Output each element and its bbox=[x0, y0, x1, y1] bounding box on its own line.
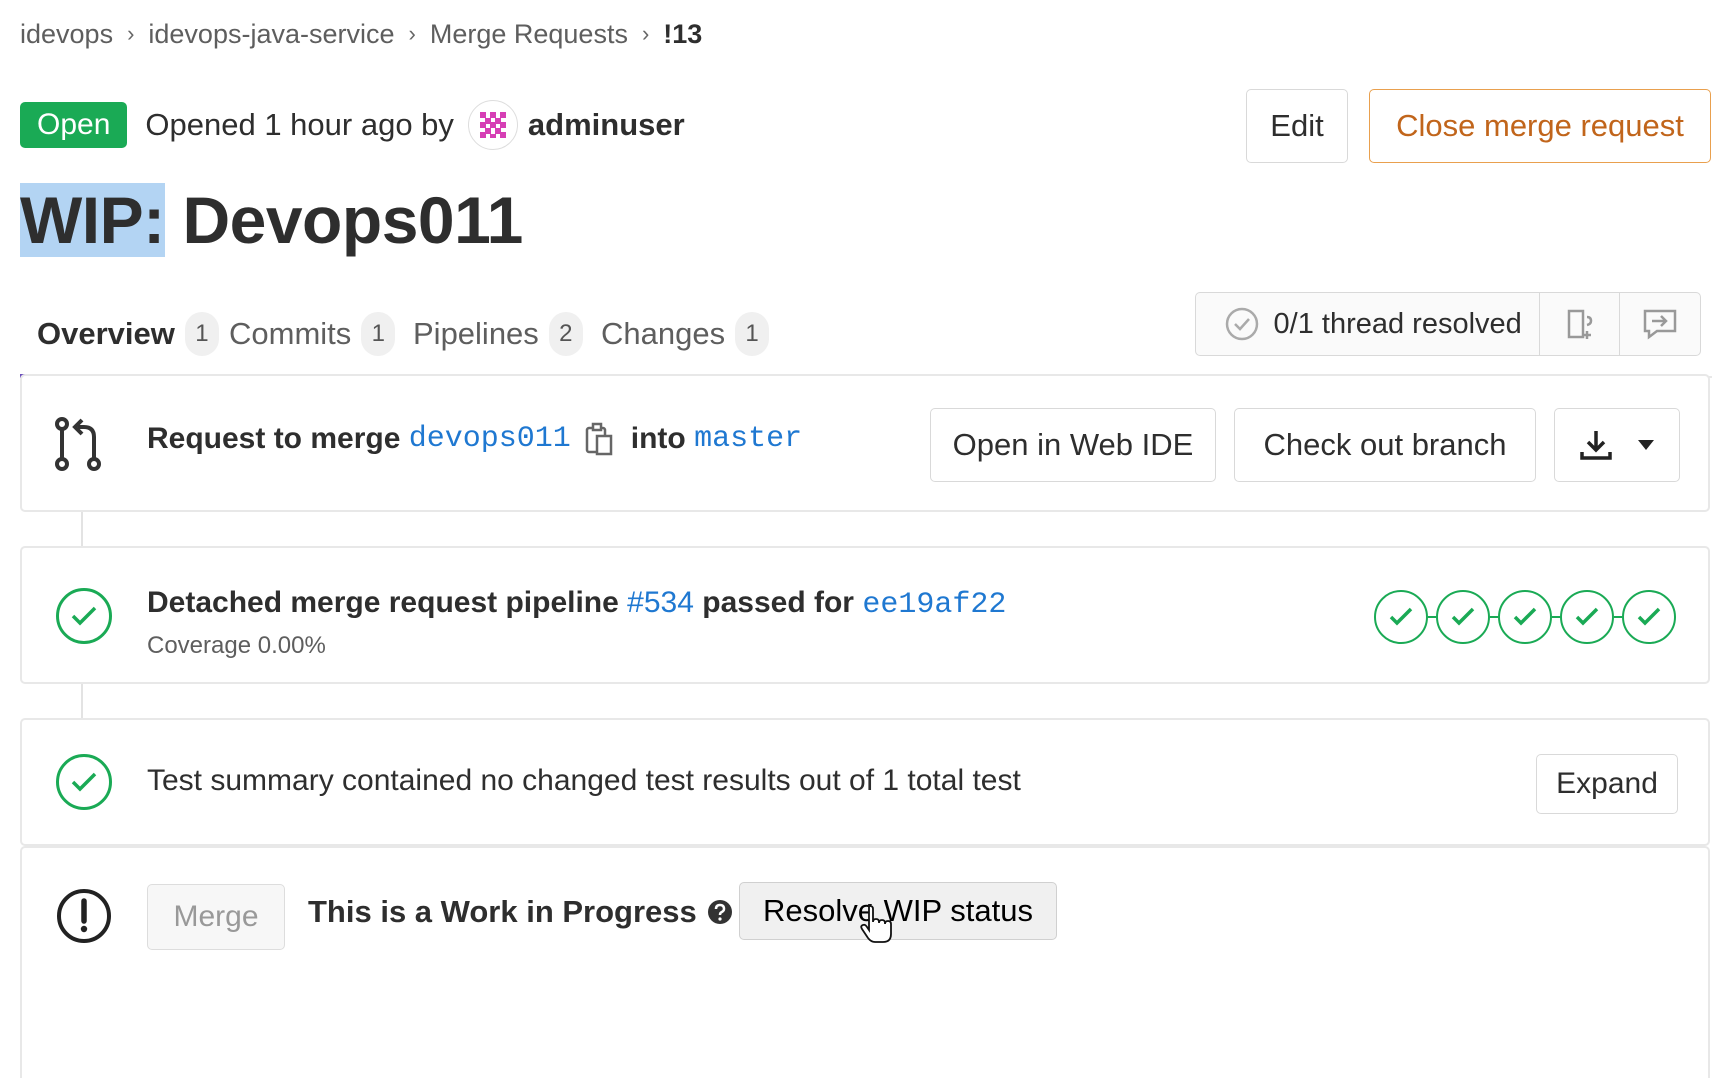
question-circle-icon[interactable] bbox=[707, 899, 733, 925]
tab-label: Changes bbox=[601, 316, 726, 351]
pipeline-status-icon[interactable] bbox=[56, 588, 112, 644]
pipeline-stage-passed-icon[interactable] bbox=[1560, 590, 1614, 644]
stage-connector bbox=[1614, 616, 1622, 618]
test-summary-widget: Test summary contained no changed test r… bbox=[20, 718, 1710, 846]
download-dropdown-button[interactable] bbox=[1554, 408, 1680, 482]
merge-button[interactable]: Merge bbox=[147, 884, 285, 950]
tab-changes[interactable]: Changes 1 bbox=[584, 292, 770, 376]
target-branch-link[interactable]: master bbox=[694, 422, 802, 456]
check-out-branch-button[interactable]: Check out branch bbox=[1234, 408, 1536, 482]
comment-arrow-icon bbox=[1643, 309, 1677, 340]
request-prefix: Request to merge bbox=[147, 422, 401, 455]
tab-label: Pipelines bbox=[413, 316, 539, 351]
copy-clipboard-icon[interactable] bbox=[585, 422, 613, 456]
chevron-right-icon: › bbox=[641, 21, 650, 46]
title-name: Devops011 bbox=[182, 183, 523, 257]
stage-connector bbox=[1552, 616, 1560, 618]
download-icon bbox=[1580, 431, 1612, 460]
breadcrumb: idevops › idevops-java-service › Merge R… bbox=[20, 14, 702, 54]
tab-overview[interactable]: Overview 1 bbox=[20, 292, 219, 376]
identicon-icon bbox=[479, 112, 506, 138]
pipeline-middle: passed for bbox=[702, 586, 854, 619]
test-status-icon bbox=[56, 754, 112, 810]
close-merge-request-button[interactable]: Close merge request bbox=[1369, 89, 1711, 163]
edit-button[interactable]: Edit bbox=[1246, 89, 1348, 163]
check-icon bbox=[71, 772, 97, 792]
warning-circle-icon bbox=[57, 889, 111, 943]
widget-connector bbox=[81, 684, 83, 718]
tab-label: Overview bbox=[37, 316, 175, 351]
test-summary-text: Test summary contained no changed test r… bbox=[147, 764, 1021, 797]
merge-request-icon bbox=[55, 417, 101, 471]
wip-status-text: This is a Work in Progress bbox=[308, 894, 733, 930]
wip-text: This is a Work in Progress bbox=[308, 894, 697, 929]
check-circle-icon bbox=[1225, 307, 1258, 341]
avatar[interactable] bbox=[467, 100, 518, 150]
thread-status-text: 0/1 thread resolved bbox=[1273, 307, 1522, 340]
caret-down-icon bbox=[1638, 440, 1654, 450]
pipeline-widget: Detached merge request pipeline #534 pas… bbox=[20, 546, 1710, 684]
tab-commits[interactable]: Commits 1 bbox=[212, 292, 396, 376]
page-title: WIP: Devops011 bbox=[20, 182, 523, 258]
thread-status: 0/1 thread resolved bbox=[1196, 293, 1541, 355]
check-icon bbox=[71, 606, 97, 626]
breadcrumb-item-current[interactable]: !13 bbox=[663, 19, 702, 50]
status-badge: Open bbox=[20, 102, 128, 148]
source-branch-link[interactable]: devops011 bbox=[409, 422, 571, 456]
tab-count: 2 bbox=[548, 312, 583, 356]
resolve-thread-button[interactable] bbox=[1540, 293, 1621, 355]
jump-to-thread-button[interactable] bbox=[1620, 293, 1700, 355]
pipeline-stage-passed-icon[interactable] bbox=[1436, 590, 1490, 644]
pipeline-status-text: Detached merge request pipeline #534 pas… bbox=[147, 586, 1006, 622]
tab-count: 1 bbox=[735, 312, 770, 356]
wip-prefix: WIP: bbox=[20, 183, 165, 257]
thread-resolution-bar: 0/1 thread resolved bbox=[1195, 292, 1701, 356]
expand-button[interactable]: Expand bbox=[1536, 754, 1678, 814]
pipeline-stage-passed-icon[interactable] bbox=[1622, 590, 1676, 644]
pointer-cursor-icon bbox=[860, 904, 892, 943]
into-text: into bbox=[630, 422, 686, 455]
chevron-right-icon: › bbox=[408, 21, 416, 46]
tab-count: 1 bbox=[361, 312, 396, 356]
open-web-ide-button[interactable]: Open in Web IDE bbox=[930, 408, 1216, 482]
stage-connector bbox=[1428, 616, 1436, 618]
author-link[interactable]: adminuser bbox=[528, 107, 685, 143]
mr-header: Open Opened 1 hour ago by adminuser bbox=[20, 98, 685, 152]
pipeline-id-link[interactable]: #534 bbox=[627, 586, 694, 619]
tab-label: Commits bbox=[229, 316, 352, 351]
widget-connector bbox=[81, 512, 83, 546]
commit-sha-link[interactable]: ee19af22 bbox=[862, 588, 1006, 622]
tab-pipelines[interactable]: Pipelines 2 bbox=[396, 292, 583, 376]
wip-widget: Merge This is a Work in Progress Resolve… bbox=[20, 846, 1710, 1078]
breadcrumb-item-group[interactable]: idevops bbox=[20, 19, 113, 50]
opened-text: Opened 1 hour ago by bbox=[145, 107, 454, 142]
breadcrumb-item-project[interactable]: idevops-java-service bbox=[148, 19, 394, 50]
pipeline-stage-passed-icon[interactable] bbox=[1498, 590, 1552, 644]
chevron-right-icon: › bbox=[127, 21, 135, 46]
pipeline-prefix: Detached merge request pipeline bbox=[147, 586, 619, 619]
resolve-wip-button[interactable]: Resolve WIP status bbox=[739, 882, 1057, 940]
pipeline-stages bbox=[1374, 590, 1676, 644]
merge-request-info: Request to merge devops011 into master O… bbox=[20, 374, 1710, 512]
pipeline-stage-passed-icon[interactable] bbox=[1374, 590, 1428, 644]
merge-request-text: Request to merge devops011 into master bbox=[147, 422, 802, 456]
resolve-thread-icon bbox=[1567, 309, 1593, 339]
coverage-text: Coverage 0.00% bbox=[147, 632, 326, 659]
stage-connector bbox=[1490, 616, 1498, 618]
breadcrumb-item-merge-requests[interactable]: Merge Requests bbox=[430, 19, 628, 50]
